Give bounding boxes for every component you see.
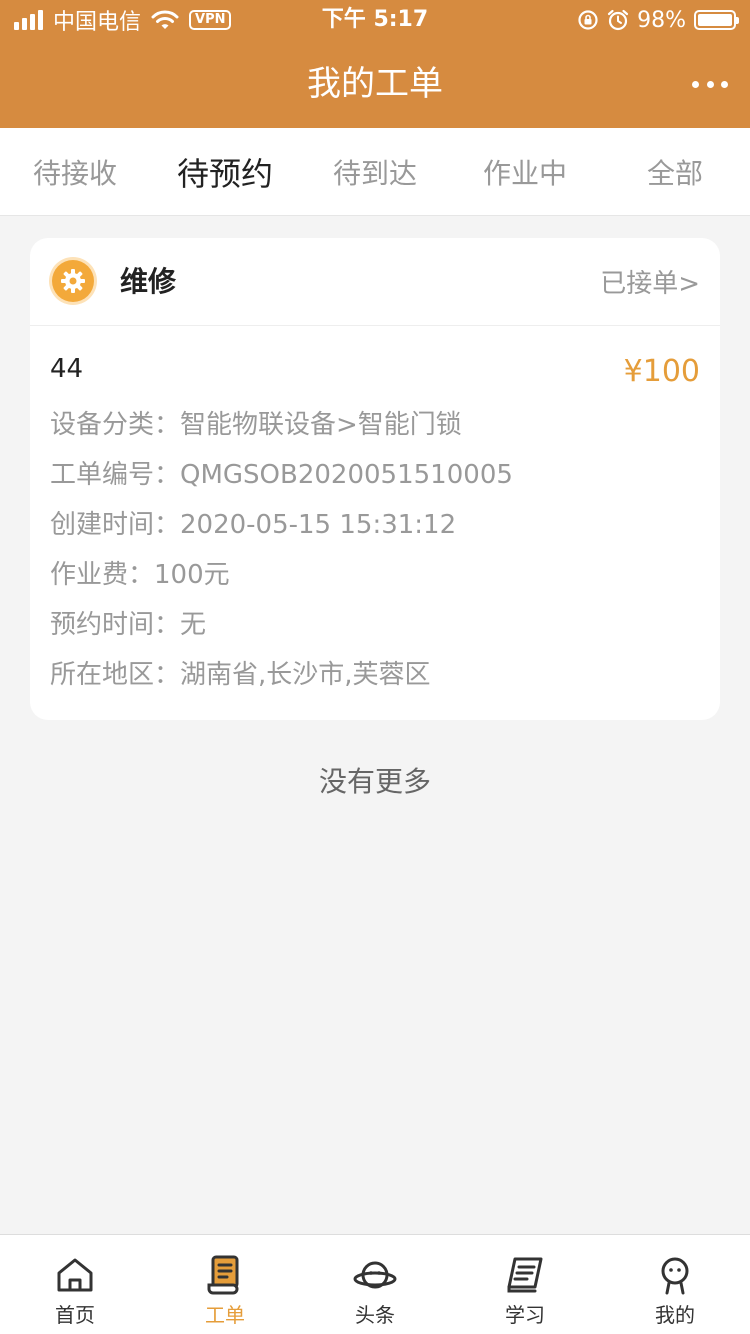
tabbar-home[interactable]: 首页	[0, 1235, 150, 1334]
list-end-text: 没有更多	[318, 765, 431, 798]
tabbar-work-order-label: 工单	[205, 1303, 245, 1327]
order-category: 维修	[120, 265, 177, 298]
tabbar-headlines[interactable]: 头条	[300, 1235, 450, 1334]
info-region: 所在地区：湖南省,长沙市,芙蓉区	[50, 660, 431, 690]
info-order-number: 工单编号：QMGSOB2020051510005	[50, 460, 513, 490]
header: 中国电信 VPN 下午 5:17 98% 我的工单	[0, 0, 750, 128]
tabbar-learning-label: 学习	[505, 1303, 545, 1327]
more-button[interactable]	[692, 70, 728, 98]
tabbar-learning[interactable]: 学习	[450, 1235, 600, 1334]
info-created-time: 创建时间：2020-05-15 15:31:12	[50, 510, 457, 540]
planet-icon	[353, 1261, 397, 1289]
order-price: ¥100	[623, 354, 700, 389]
home-icon	[57, 1258, 93, 1292]
tabbar-profile-label: 我的	[655, 1303, 695, 1327]
more-dot	[692, 80, 699, 88]
tab-pending-receive[interactable]: 待接收	[0, 152, 150, 192]
status-bar: 中国电信 VPN 下午 5:17 98%	[0, 0, 750, 40]
repair-gear-icon	[52, 260, 94, 302]
book-icon	[507, 1257, 543, 1293]
order-status-link[interactable]: 已接单>	[600, 264, 700, 304]
tab-pending-appointment[interactable]: 待预约	[150, 149, 300, 195]
rotation-lock-icon	[578, 10, 598, 30]
profile-icon	[661, 1257, 689, 1295]
info-device-category: 设备分类：智能物联设备>智能门锁	[50, 410, 462, 440]
order-info-list: 设备分类：智能物联设备>智能门锁 工单编号：QMGSOB202005151000…	[50, 400, 700, 700]
tabbar-headlines-label: 头条	[355, 1303, 395, 1327]
tabbar-work-order[interactable]: 工单	[150, 1235, 300, 1334]
tab-all[interactable]: 全部	[600, 152, 750, 192]
order-card-header: 维修 已接单>	[30, 238, 720, 326]
order-card[interactable]: 维修 已接单> 44 ¥100 设备分类：智能物联设备>智能门锁 工单编号：QM…	[30, 238, 720, 720]
order-status-tabs: 待接收 待预约 待到达 作业中 全部	[0, 128, 750, 216]
battery-percent: 98%	[637, 7, 686, 33]
more-dot	[721, 80, 728, 88]
info-service-fee: 作业费：100元	[50, 560, 230, 590]
order-name: 44	[50, 354, 84, 384]
tabbar-profile[interactable]: 我的	[600, 1235, 750, 1334]
info-appointment-time: 预约时间：无	[50, 610, 207, 640]
tabbar-home-label: 首页	[55, 1303, 95, 1327]
tab-in-progress[interactable]: 作业中	[450, 152, 600, 192]
tab-pending-arrival[interactable]: 待到达	[300, 152, 450, 192]
page-title: 我的工单	[307, 64, 443, 104]
bottom-tabbar: 首页 工单 头条 学习 我的	[0, 1234, 750, 1334]
alarm-icon	[607, 9, 629, 31]
battery-icon	[694, 10, 739, 30]
more-dot	[706, 80, 714, 88]
work-order-icon	[207, 1255, 239, 1295]
